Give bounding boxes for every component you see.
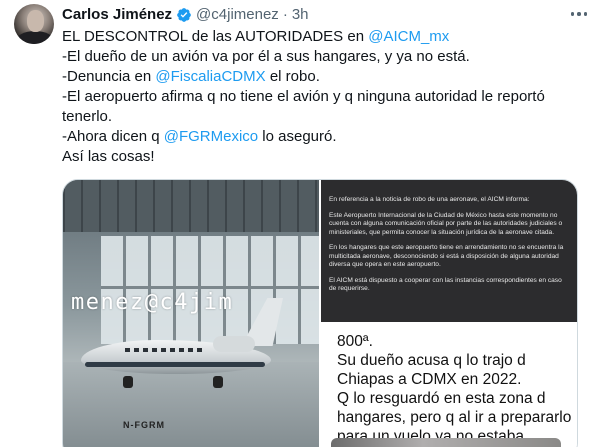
caption-line: 800ª. [337,333,373,350]
screenshot-caption: 800ª. Su dueño acusa q lo trajo d Chiapa… [337,332,577,446]
caption-line: Q lo resguardó en esta zona d [337,390,546,407]
statement-paragraph: En los hangares que este aeropuerto tien… [329,244,564,268]
tweet-text-segment: EL DESCONTROL de las AUTORIDADES en [62,28,369,45]
statement-paragraph: En referencia a la noticia de robo de un… [329,196,530,203]
more-dot [570,12,575,16]
jet-wheel [213,376,223,388]
tweet-line: -Ahora dicen q @FGRMexico lo aseguró. [62,127,602,147]
hangar-roof [63,180,319,232]
avatar-shoulders [16,31,54,44]
jet-windows [125,348,205,352]
tweet-text-segment: -El dueño de un avión va por él a sus ha… [62,48,470,65]
tweet-text-segment: -El aeropuerto afirma q no tiene el avió… [62,88,545,105]
tweet-text-segment: Así las cosas! [62,148,155,165]
tweet-text-segment: -Denuncia en [62,68,156,85]
more-dot [583,12,588,16]
tweet-header: Carlos Jiménez @c4jimenez · 3h [62,5,309,25]
more-options-icon[interactable] [567,4,591,24]
hangar-photo[interactable]: N-FGRM menez@c4jim [63,180,319,447]
tweet-text: EL DESCONTROL de las AUTORIDADES en @AIC… [62,27,602,167]
jet-stripe [85,362,265,367]
tweet-text-segment: -Ahora dicen q [62,128,164,145]
tweet-text-segment: el robo. [265,68,320,85]
mention-link[interactable]: @FGRMexico [164,128,258,145]
statement-paragraph: El AICM está dispuesto a cooperar con la… [329,276,562,293]
mention-link[interactable]: @FiscaliaCDMX [155,68,265,85]
more-dot [577,12,581,16]
caption-line: Su dueño acusa q lo trajo d [337,352,526,369]
tweet-line: tenerlo. [62,107,602,127]
caption-line: Chiapas a CDMX en 2022. [337,371,522,388]
tweet-media[interactable]: N-FGRM menez@c4jim En referencia a la no… [62,179,578,447]
mention-link[interactable]: @AICM_mx [368,28,449,45]
statement-paragraph: Este Aeropuerto Internacional de la Ciud… [329,211,563,236]
avatar-face [27,10,44,32]
tweet-line: Así las cosas! [62,147,602,167]
author-handle[interactable]: @c4jimenez [196,5,279,25]
embedded-photo [331,438,561,447]
jet-engine [213,336,255,352]
tweet-line: -Denuncia en @FiscaliaCDMX el robo. [62,67,602,87]
aicm-statement: En referencia a la noticia de robo de un… [321,180,577,322]
photo-watermark: menez@c4jim [71,290,234,315]
verified-badge-icon [177,8,191,22]
hangar-floor [63,362,319,447]
tweet-line: -El dueño de un avión va por él a sus ha… [62,47,602,67]
aircraft-registration: N-FGRM [123,420,165,430]
author-avatar[interactable] [14,4,54,44]
caption-line: hangares, pero q al ir a prepararlo [337,409,572,426]
tweet-line: -El aeropuerto afirma q no tiene el avió… [62,87,602,107]
tweet-line: EL DESCONTROL de las AUTORIDADES en @AIC… [62,27,602,47]
tweet-text-segment: tenerlo. [62,108,113,125]
jet-wheel [123,376,133,388]
separator-dot: · [282,6,288,23]
tweet-timestamp[interactable]: 3h [292,5,309,25]
tweet-text-segment: lo aseguró. [258,128,337,145]
author-name[interactable]: Carlos Jiménez [62,5,172,25]
statement-image[interactable]: En referencia a la noticia de robo de un… [319,180,577,447]
